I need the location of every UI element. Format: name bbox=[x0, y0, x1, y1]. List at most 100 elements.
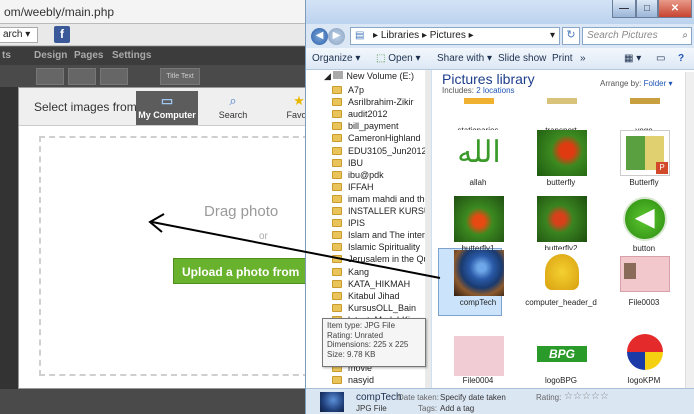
file-file0003[interactable]: File0003 bbox=[612, 250, 676, 310]
file-label: Butterfly bbox=[629, 178, 659, 187]
share-with-button[interactable]: Share with ▾ bbox=[437, 53, 492, 64]
open-icon: ⬚ bbox=[376, 53, 386, 64]
nav-folder-label: nasyid bbox=[348, 375, 375, 386]
nav-folder-item[interactable]: Islam and The internati bbox=[332, 229, 430, 242]
arrange-dropdown[interactable]: Folder ▾ bbox=[644, 79, 673, 88]
facebook-icon[interactable]: f bbox=[54, 26, 70, 43]
nav-folder-label: KATA_HIKMAH bbox=[348, 278, 411, 289]
nav-folder-item[interactable]: Islamic Spirituality bbox=[332, 241, 420, 254]
close-button[interactable]: ✕ bbox=[658, 0, 692, 18]
search-placeholder: Search Pictures bbox=[587, 30, 658, 41]
nav-folder-item[interactable]: EDU3105_Jun2012 bbox=[332, 145, 427, 158]
file-allah[interactable]: الله allah bbox=[446, 130, 510, 190]
maximize-button[interactable]: □ bbox=[636, 0, 658, 18]
folder-icon bbox=[332, 219, 342, 228]
preview-pane-icon[interactable]: ▭ bbox=[656, 53, 665, 64]
weebly-title-tab[interactable]: Title Text bbox=[160, 68, 200, 85]
nav-folder-item[interactable]: INSTALLER KURSUS ICT bbox=[332, 205, 430, 218]
forward-button[interactable]: ▶ bbox=[328, 28, 345, 45]
view-options-icon[interactable]: ▦ ▾ bbox=[624, 53, 641, 64]
breadcrumb-pictures[interactable]: Pictures bbox=[430, 30, 466, 41]
chevron-down-icon[interactable]: ▾ bbox=[550, 28, 555, 44]
folder-icon bbox=[332, 182, 342, 191]
nav-root-label: New Volume (E:) bbox=[346, 71, 414, 81]
weebly-nav-settings[interactable]: Settings bbox=[112, 50, 151, 61]
nav-folder-item[interactable]: Jerusalem in the Quran bbox=[332, 253, 430, 266]
folder-icon bbox=[332, 303, 342, 312]
nav-folder-label: imam mahdi and the re bbox=[348, 193, 431, 204]
tab-search[interactable]: ⌕ Search bbox=[202, 91, 264, 125]
organize-button[interactable]: Organize ▾ bbox=[312, 53, 360, 64]
browser-address-bar[interactable]: om/weebly/main.php bbox=[0, 0, 330, 24]
tags-label: Tags: bbox=[418, 404, 438, 413]
nav-folder-item[interactable]: Kang bbox=[332, 266, 369, 279]
nav-folder-item[interactable]: CameronHighland bbox=[332, 132, 421, 145]
file-label: butterfly bbox=[546, 178, 576, 187]
nav-folder-item[interactable]: imam mahdi and the re bbox=[332, 193, 431, 206]
weebly-nav-design[interactable]: Design bbox=[34, 50, 67, 61]
print-button[interactable]: Print bbox=[552, 53, 573, 64]
slide-show-button[interactable]: Slide show bbox=[498, 53, 546, 64]
nav-folder-item[interactable]: IFFAH bbox=[332, 181, 374, 194]
nav-folder-label: A7p bbox=[348, 85, 365, 95]
file-logobpg[interactable]: BPG logoBPG bbox=[529, 332, 593, 388]
date-taken-value[interactable]: Specify date taken bbox=[440, 393, 506, 402]
nav-folder-item[interactable]: IBU bbox=[332, 157, 363, 170]
content-scrollbar[interactable] bbox=[685, 72, 694, 388]
folder-icon bbox=[332, 170, 342, 179]
title-bar[interactable]: — □ ✕ bbox=[306, 0, 694, 24]
nav-folder-item[interactable]: nasyid bbox=[332, 374, 374, 387]
nav-folder-item[interactable]: bill_payment bbox=[332, 120, 399, 133]
file-butterfly2[interactable]: butterfly2 bbox=[529, 196, 593, 256]
nav-folder-item[interactable]: AsriIbrahim-Zikir bbox=[332, 96, 414, 109]
nav-folder-label: Kang bbox=[348, 266, 370, 277]
weebly-element[interactable] bbox=[68, 68, 96, 85]
nav-folder-label: KursusOLL_Bain bbox=[348, 302, 417, 313]
file-butterfly1[interactable]: butterfly1 bbox=[446, 196, 510, 256]
file-label: computer_header_d bbox=[525, 298, 597, 307]
tab-my-computer[interactable]: ▭ My Computer bbox=[136, 91, 198, 125]
upload-photo-button[interactable]: Upload a photo from bbox=[173, 258, 313, 284]
folder-icon bbox=[332, 207, 342, 215]
breadcrumb-libraries[interactable]: Libraries bbox=[381, 30, 419, 41]
nav-folder-item[interactable]: audit2012 bbox=[332, 108, 388, 121]
nav-folder-item[interactable]: KATA_HIKMAH bbox=[332, 278, 410, 291]
nav-folder-item[interactable]: IPIS bbox=[332, 217, 365, 230]
explorer-address-bar: ◀ ▶ ▤ ▸ Libraries ▸ Pictures ▸ ▾ ↻ Searc… bbox=[306, 24, 694, 48]
rating-stars[interactable]: ☆☆☆☆☆ bbox=[564, 391, 609, 402]
weebly-nav-dots: ts bbox=[2, 50, 11, 61]
search-icon: ⌕ bbox=[682, 30, 688, 41]
nav-root[interactable]: ◢ New Volume (E:) bbox=[324, 71, 414, 82]
back-button[interactable]: ◀ bbox=[311, 28, 328, 45]
locations-link[interactable]: 2 locations bbox=[476, 86, 514, 95]
nav-folder-item[interactable]: Kitabul Jihad bbox=[332, 290, 400, 303]
folder-icon bbox=[332, 267, 342, 276]
breadcrumb[interactable]: ▤ ▸ Libraries ▸ Pictures ▸ ▾ bbox=[350, 27, 560, 45]
weebly-element[interactable] bbox=[100, 68, 128, 85]
file-computer-header[interactable]: computer_header_d bbox=[525, 250, 597, 310]
arrange-label: Arrange by: bbox=[600, 79, 642, 88]
minimize-button[interactable]: — bbox=[612, 0, 636, 18]
weebly-element[interactable] bbox=[36, 68, 64, 85]
more-commands-button[interactable]: » bbox=[580, 53, 586, 64]
file-logokpm[interactable]: logoKPM bbox=[612, 332, 676, 388]
weebly-nav-pages[interactable]: Pages bbox=[74, 50, 103, 61]
open-button[interactable]: ⬚ Open ▾ bbox=[376, 53, 421, 64]
nav-folder-item[interactable]: A7p bbox=[332, 84, 364, 97]
file-button[interactable]: ◀ button bbox=[612, 196, 676, 256]
details-type: JPG File bbox=[356, 404, 387, 413]
help-icon[interactable]: ? bbox=[678, 53, 684, 64]
search-input[interactable]: Search Pictures ⌕ bbox=[582, 27, 692, 45]
nav-folder-item[interactable]: ibu@pdk bbox=[332, 169, 384, 182]
file-butterfly[interactable]: butterfly bbox=[529, 130, 593, 190]
file-view: Pictures library Includes: 2 locations A… bbox=[432, 70, 694, 388]
file-file0004[interactable]: File0004 bbox=[446, 332, 510, 388]
url-text[interactable]: om/weebly/main.php bbox=[4, 5, 114, 19]
refresh-icon[interactable]: ↻ bbox=[562, 27, 580, 45]
browser-search-dropdown[interactable]: arch ▾ bbox=[0, 27, 38, 43]
tags-value[interactable]: Add a tag bbox=[440, 404, 474, 413]
file-comptech[interactable]: compTech bbox=[446, 250, 510, 310]
file-butterfly-doc[interactable]: P Butterfly bbox=[612, 130, 676, 190]
drop-zone[interactable] bbox=[39, 136, 309, 376]
nav-folder-item[interactable]: KursusOLL_Bain bbox=[332, 302, 416, 315]
